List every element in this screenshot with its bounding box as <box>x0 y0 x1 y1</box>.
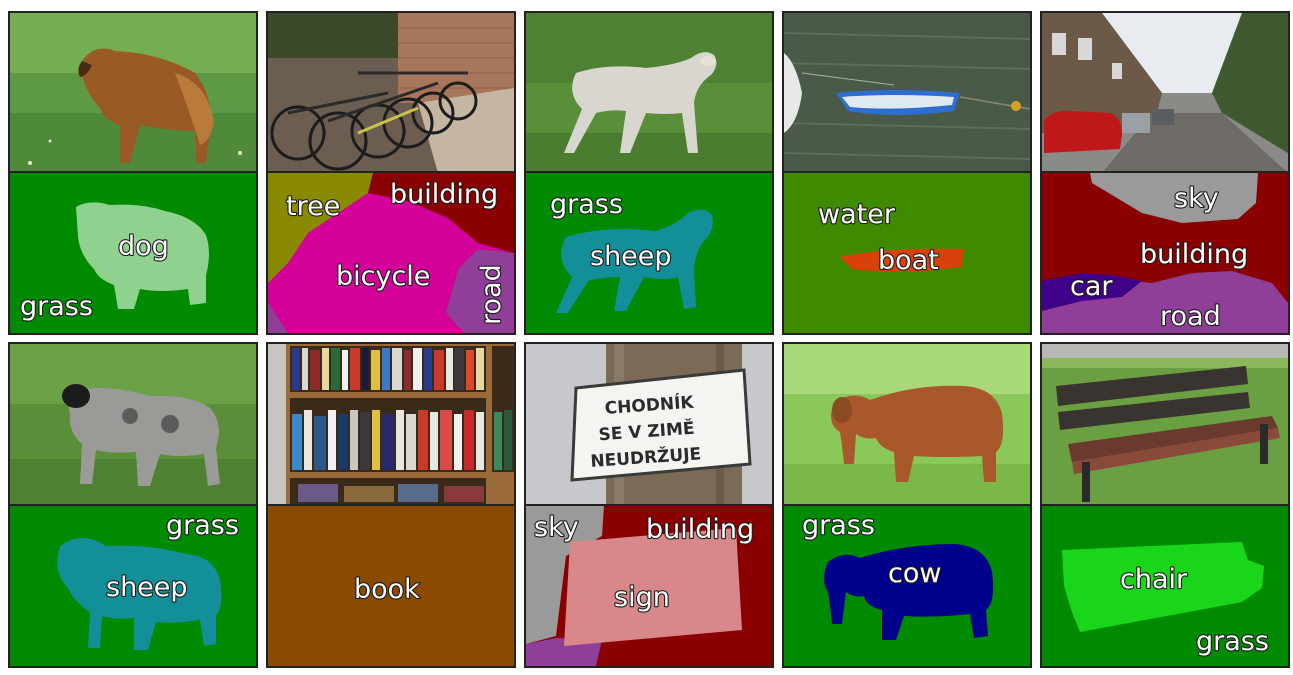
segmentation-street: sky building car road <box>1040 171 1290 335</box>
photo-sign: CHODNÍK SE V ZIMĚ NEUDRŽUJE <box>524 342 774 506</box>
label-tree: tree <box>286 191 340 222</box>
label-water: water <box>818 199 896 230</box>
label-chair: chair <box>1120 564 1188 595</box>
label-cow: cow <box>888 558 941 589</box>
label-bicycle: bicycle <box>336 261 430 292</box>
label-building: building <box>390 179 498 210</box>
segmentation-book: book <box>266 504 516 668</box>
photo-sheep-2 <box>8 342 258 506</box>
figure-grid: dog grass tree building bicycle road gra… <box>0 0 1293 675</box>
label-sheep: sheep <box>106 572 188 603</box>
label-road: road <box>476 264 507 325</box>
segmentation-chair: chair grass <box>1040 504 1290 668</box>
photo-dog <box>8 11 258 175</box>
photo-sheep <box>524 11 774 175</box>
label-building: building <box>1140 239 1248 270</box>
photo-boat <box>782 11 1032 175</box>
label-grass: grass <box>1196 626 1269 657</box>
photo-bicycles <box>266 11 516 175</box>
segmentation-sheep: grass sheep <box>524 171 774 335</box>
segmentation-sheep-2: grass sheep <box>8 504 258 668</box>
label-road: road <box>1160 301 1221 332</box>
label-grass: grass <box>802 510 875 541</box>
segmentation-cow: grass cow <box>782 504 1032 668</box>
segmentation-dog: dog grass <box>8 171 258 335</box>
label-book: book <box>354 574 420 605</box>
segmentation-bicycles: tree building bicycle road <box>266 171 516 335</box>
label-building: building <box>646 514 754 545</box>
label-grass: grass <box>166 510 239 541</box>
segmentation-boat: water boat <box>782 171 1032 335</box>
photo-bookshelf <box>266 342 516 506</box>
label-boat: boat <box>878 245 939 276</box>
label-sky: sky <box>1174 183 1219 214</box>
label-sheep: sheep <box>590 241 672 272</box>
photo-street <box>1040 11 1290 175</box>
label-grass: grass <box>550 189 623 220</box>
label-car: car <box>1070 271 1113 302</box>
label-sky: sky <box>534 512 579 543</box>
label-grass: grass <box>20 291 93 322</box>
photo-cow <box>782 342 1032 506</box>
segmentation-sign: sky building sign <box>524 504 774 668</box>
label-sign: sign <box>614 582 670 613</box>
label-dog: dog <box>118 231 169 262</box>
photo-bench <box>1040 342 1290 506</box>
